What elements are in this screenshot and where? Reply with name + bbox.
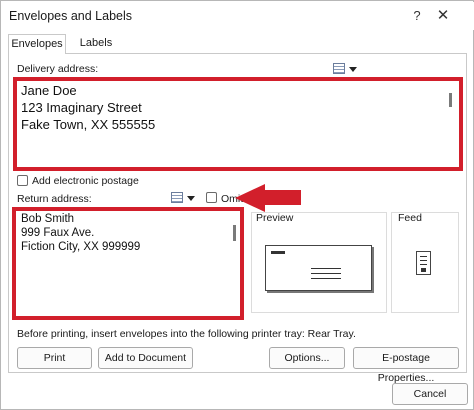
print-button[interactable]: Print [17,347,92,369]
add-electronic-postage-checkbox[interactable] [17,175,28,186]
chevron-down-icon[interactable] [187,196,195,201]
return-address-label: Return address: [17,193,92,205]
delivery-highlight-box [13,77,463,171]
e-postage-properties-button[interactable]: E-postage Properties... [353,347,459,384]
add-electronic-postage-label: Add electronic postage [32,175,139,187]
envelope-address-line [311,273,341,274]
envelope-feed-icon[interactable] [416,251,431,275]
return-highlight-box [12,207,244,320]
chevron-down-icon[interactable] [349,67,357,72]
title-bar: Envelopes and Labels ? ✕ [2,2,474,30]
address-book-icon[interactable] [333,63,345,74]
help-button[interactable]: ? [407,7,427,25]
delivery-address-label: Delivery address: [17,63,99,75]
omit-checkbox[interactable] [206,192,217,203]
tab-labels[interactable]: Labels [71,34,121,54]
add-to-document-button[interactable]: Add to Document [98,347,193,369]
envelope-return-block [271,251,285,254]
address-book-icon[interactable] [171,192,183,203]
close-button[interactable]: ✕ [433,7,453,25]
callout-arrow-shaft [263,190,301,205]
envelope-address-line [311,278,341,279]
printer-tray-note: Before printing, insert envelopes into t… [17,328,356,340]
envelope-preview[interactable] [265,245,372,291]
window-title: Envelopes and Labels [9,9,133,23]
cancel-button[interactable]: Cancel [392,383,468,405]
tab-envelopes[interactable]: Envelopes [8,34,66,54]
options-button[interactable]: Options... [269,347,345,369]
envelope-address-line [311,268,341,269]
envelopes-and-labels-dialog: Envelopes and Labels ? ✕ Envelopes Label… [0,0,474,410]
